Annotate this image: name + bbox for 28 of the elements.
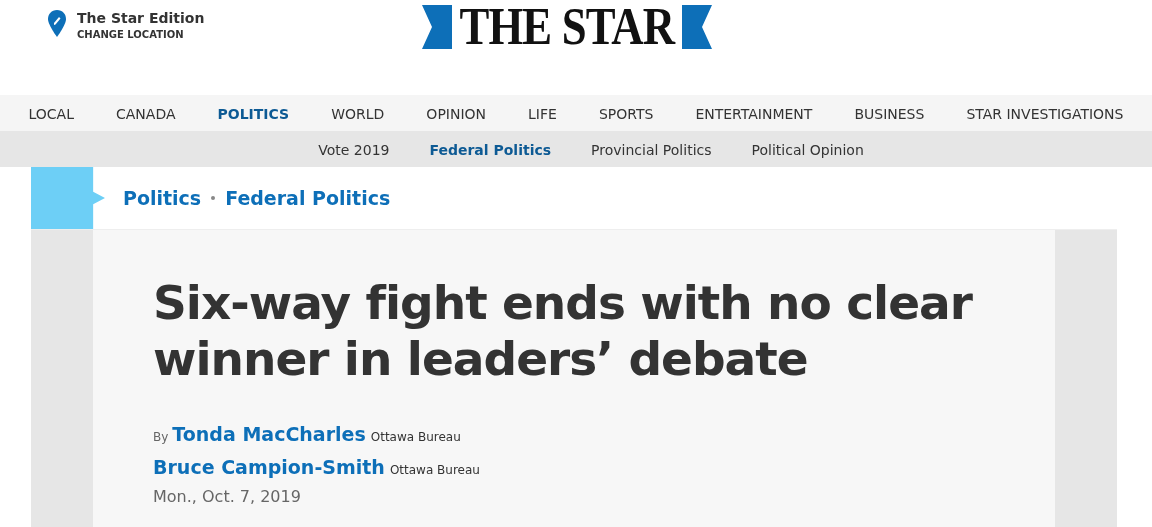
nav-link-item[interactable]: LIFE <box>507 95 578 131</box>
subnav-link[interactable]: Political Opinion <box>731 131 884 167</box>
nav-link-item[interactable]: LOCAL <box>7 95 95 131</box>
publish-date: Mon., Oct. 7, 2019 <box>153 486 302 508</box>
separator-dot <box>211 196 216 200</box>
author-bureau: Ottawa Bureau <box>389 462 480 477</box>
nav-link-item[interactable]: OPINION <box>405 95 508 131</box>
author-bureau: Ottawa Bureau <box>370 430 461 444</box>
nav-link-item[interactable]: STAR INVESTIGATIONS <box>945 95 1145 131</box>
logo[interactable]: THE STAR <box>422 4 712 50</box>
author-link[interactable]: Tonda MacCharles <box>172 423 366 445</box>
nav-link-item[interactable]: CANADA <box>95 95 197 131</box>
author-link[interactable]: Bruce Campion-Smith <box>153 455 385 478</box>
breadcrumb-link[interactable]: Federal Politics <box>225 183 391 213</box>
change-location-link[interactable]: CHANGE LOCATION <box>77 27 205 42</box>
nav-link-item[interactable]: WORLD <box>310 95 406 131</box>
nav-link-item[interactable]: SPORTS <box>577 95 675 131</box>
subnav-link[interactable]: Vote 2019 <box>298 131 410 167</box>
location-pin-icon[interactable] <box>47 10 67 38</box>
breadcrumb-link[interactable]: Politics <box>123 183 202 213</box>
nav-link-item[interactable]: ENTERTAINMENT <box>674 95 834 131</box>
byline-label: By <box>153 430 169 444</box>
subnav-link[interactable]: Federal Politics <box>409 131 572 167</box>
nav-link-item[interactable]: BUSINESS <box>833 95 946 131</box>
subnav-link[interactable]: Provincial Politics <box>571 131 732 167</box>
edition-title: The Star Edition <box>77 10 205 27</box>
nav-link-item[interactable]: POLITICS <box>196 95 311 131</box>
headline: Six-way fight ends with no clear winner in leaders’ debate <box>153 275 974 387</box>
